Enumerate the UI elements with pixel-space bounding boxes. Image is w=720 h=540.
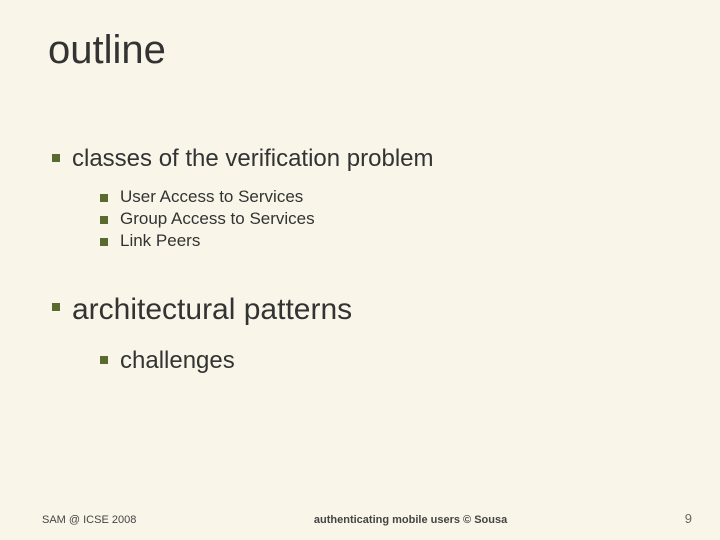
bullet-label: classes of the verification problem [72,145,434,173]
bullet-icon [52,154,60,162]
bullet-icon [100,216,108,224]
bullet-item-classes: classes of the verification problem [52,145,672,173]
sub-bullet-item: Link Peers [100,231,672,251]
footer-center: authenticating mobile users © Sousa [136,514,684,526]
sub-bullet-item: challenges [100,347,672,375]
slide-footer: SAM @ ICSE 2008 authenticating mobile us… [0,511,720,526]
sub-bullet-item: Group Access to Services [100,209,672,229]
sub-bullet-label: User Access to Services [120,187,303,207]
footer-left: SAM @ ICSE 2008 [42,514,136,526]
sub-bullet-label: Group Access to Services [120,209,315,229]
bullet-item-arch: architectural patterns [52,293,672,335]
sub-bullet-item: User Access to Services [100,187,672,207]
bullet-icon [100,194,108,202]
sub-bullet-label: Link Peers [120,231,200,251]
slide-title: outline [48,28,672,73]
bullet-icon [52,303,60,311]
slide: outline classes of the verification prob… [0,0,720,540]
slide-number: 9 [685,511,692,526]
bullet-icon [100,238,108,246]
bullet-label: architectural patterns [72,293,352,327]
bullet-icon [100,356,108,364]
sub-bullet-label: challenges [120,347,235,375]
